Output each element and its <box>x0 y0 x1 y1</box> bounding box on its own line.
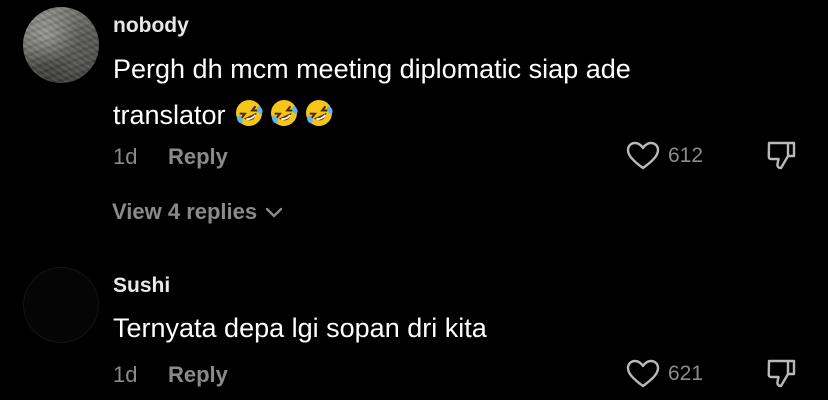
like-count: 612 <box>668 144 704 167</box>
reply-button[interactable]: Reply <box>168 362 228 388</box>
rolling-on-floor-laughing-emoji <box>234 96 264 126</box>
rolling-on-floor-laughing-emoji <box>269 96 299 126</box>
heart-outline-icon[interactable] <box>626 359 660 389</box>
comment-text: Ternyata depa lgi sopan dri kita <box>113 313 487 343</box>
heart-outline-icon[interactable] <box>626 141 660 171</box>
emoji-row <box>234 96 339 142</box>
comment-time: 1d <box>113 144 138 169</box>
comment-username[interactable]: Sushi <box>113 274 170 298</box>
comment-text-line-1: Pergh dh mcm meeting diplomatic siap ade <box>113 54 631 84</box>
like-count: 621 <box>668 362 704 385</box>
dislike-button[interactable] <box>765 357 797 394</box>
reply-button[interactable]: Reply <box>168 144 228 170</box>
comment-text-line-2: translator <box>113 92 763 142</box>
thumbs-down-outline-icon[interactable] <box>765 141 797 175</box>
comment-text-line-2-text: translator <box>113 100 226 130</box>
comment-text: Pergh dh mcm meeting diplomatic siap ade… <box>113 46 763 142</box>
avatar[interactable] <box>23 7 99 83</box>
thumbs-down-outline-icon[interactable] <box>765 359 797 393</box>
view-replies-label: View 4 replies <box>112 199 258 224</box>
avatar[interactable] <box>23 267 99 343</box>
like-button[interactable]: 612 <box>626 141 703 171</box>
chevron-down-icon <box>257 199 283 225</box>
view-replies-button[interactable]: View 4 replies <box>112 199 283 225</box>
comment-time: 1d <box>113 362 138 387</box>
comment-username[interactable]: nobody <box>113 14 189 38</box>
like-button[interactable]: 621 <box>626 359 703 389</box>
rolling-on-floor-laughing-emoji <box>304 96 334 126</box>
dislike-button[interactable] <box>765 139 797 176</box>
